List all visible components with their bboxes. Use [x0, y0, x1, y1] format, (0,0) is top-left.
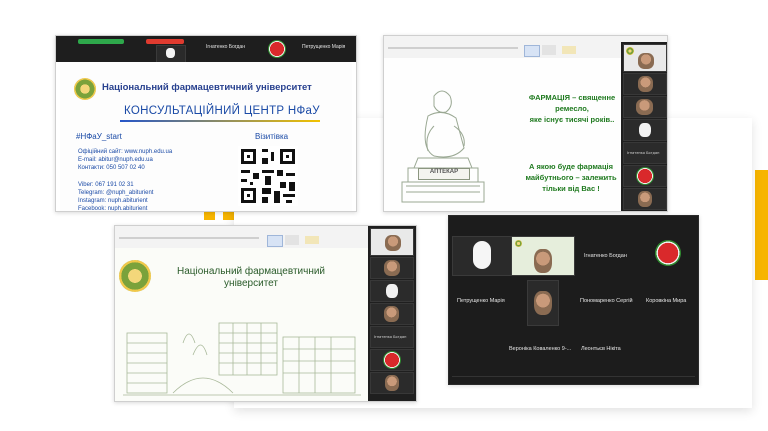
info-line: Офіційний сайт: www.nuph.edu.ua: [78, 149, 173, 155]
qr-code-icon: [238, 146, 298, 206]
participant-tile: Ігнатенко Богдан: [370, 326, 414, 348]
participant-tile: [370, 257, 414, 279]
participant-name: Леонтьєв Нікіта: [581, 346, 621, 352]
heading-underline: [120, 120, 320, 122]
watermelon-avatar-icon: [383, 351, 401, 369]
info-line: Instagram: nuph.abiturient: [78, 198, 148, 204]
participant-name: Пономаренко Сергій: [580, 298, 633, 304]
participants-sidebar: Ігнатенко Богдан: [621, 42, 667, 211]
participant-video: [638, 53, 654, 69]
slide-heading: КОНСУЛЬТАЦІЙНИЙ ЦЕНТР НФаУ: [124, 105, 320, 117]
info-line: Facebook: nuph.abiturient: [78, 206, 148, 212]
participant-tile: [623, 73, 667, 95]
participant-video: [384, 260, 400, 276]
card-label: Візитівка: [255, 132, 289, 141]
screenshot-university-slide: Національний фармацевтичний університет: [114, 225, 417, 402]
participant-tile: [511, 236, 575, 276]
participant-video: [636, 99, 653, 115]
participant-video: [384, 306, 399, 322]
participant-video: [638, 76, 653, 92]
slide-text-line: майбутнього – залежить: [525, 173, 617, 182]
participant-name: Ігнатенко Богдан: [627, 151, 660, 155]
slide-title-line: університет: [224, 278, 278, 289]
participant-name: Петрущенко Марія: [457, 298, 505, 304]
participants-sidebar: Ігнатенко Богдан: [368, 226, 416, 401]
watermelon-avatar-icon: [655, 240, 681, 266]
participant-tile: [452, 236, 512, 276]
screenshot-zoom-gallery: Ігнатенко Богдан Петрущенко Марія Понома…: [448, 215, 699, 385]
slide-consultation: Національний фармацевтичний університет …: [60, 62, 352, 211]
screenshot-consultation-center: Ігнатенко Богдан Петрущенко Марія Націон…: [55, 35, 357, 212]
university-name: Національний фармацевтичний університет: [102, 82, 312, 93]
participant-name: Ігнатенко Богдан: [374, 335, 407, 339]
participant-video: [385, 235, 401, 251]
slide-title: Національний фармацевтичний університет: [177, 266, 325, 290]
participant-tile: [623, 165, 667, 187]
cap-avatar-icon: [639, 123, 651, 137]
participant-tile: [370, 228, 414, 256]
participant-tile: [370, 280, 414, 302]
zoom-top-bar: Ігнатенко Богдан Петрущенко Марія: [56, 36, 356, 63]
slide-title-line: Національний фармацевтичний: [177, 266, 326, 277]
university-logo-icon: [119, 260, 151, 292]
participant-name: Вероніка Коваленко 9-...: [509, 346, 572, 352]
slide-text-line: ФАРМАЦІЯ – священне: [528, 93, 616, 102]
screenshot-pharmacy-slide: АПТЕКАР ФАРМАЦІЯ – священне ремесло, яке…: [383, 35, 668, 212]
slide-text-line: яке існує тисячі років..: [529, 115, 615, 124]
participant-name: Коровкіна Мира: [646, 298, 687, 304]
participant-tile: [623, 96, 667, 118]
participant-tile: [623, 188, 667, 210]
participant-video: [385, 375, 399, 391]
slide-pharmacy: АПТЕКАР ФАРМАЦІЯ – священне ремесло, яке…: [384, 58, 621, 211]
slide-text-line: ремесло,: [555, 104, 589, 113]
university-logo-icon: [626, 47, 634, 55]
cap-avatar-icon: [473, 241, 491, 269]
cap-avatar-icon: [166, 48, 175, 58]
slide-text-line: А якою буде фармація: [528, 162, 614, 171]
pharmacist-statue-drawing: [401, 90, 485, 203]
participant-tile: [370, 349, 414, 371]
university-logo-icon: [515, 240, 522, 247]
stop-share-indicator: [146, 39, 184, 44]
info-line: Telegram: @nuph_abiturient: [78, 190, 154, 196]
apothecary-plaque: АПТЕКАР: [429, 169, 459, 175]
participant-video: [534, 249, 552, 273]
slide-text-line: тільки від Вас !: [542, 184, 600, 193]
watermelon-avatar-icon: [268, 40, 286, 58]
participant-tile: [370, 303, 414, 325]
participant-video: [534, 291, 552, 315]
participant-tile: [370, 372, 414, 394]
participant-tile: [623, 119, 667, 141]
participant-tile: [527, 280, 559, 326]
watermelon-avatar-icon: [636, 167, 654, 185]
slide-university: Національний фармацевтичний університет: [115, 248, 368, 401]
yellow-accent-bar-right: [755, 170, 768, 280]
participant-video: [638, 191, 652, 207]
university-logo-icon: [74, 78, 96, 100]
participant-name: Петрущенко Марія: [302, 44, 346, 50]
info-line: Контакти: 050 507 02 40: [78, 165, 145, 171]
participant-name: Ігнатенко Богдан: [206, 44, 245, 50]
hashtag: #НФаУ_start: [76, 132, 122, 141]
recording-indicator: [78, 39, 124, 44]
participant-tile: [623, 44, 667, 72]
info-line: Viber: 067 191 02 31: [78, 182, 134, 188]
participant-tile: Ігнатенко Богдан: [623, 142, 667, 164]
campus-drawing: [123, 322, 361, 396]
participant-name: Ігнатенко Богдан: [584, 253, 627, 259]
info-line: E-mail: abitur@nuph.edu.ua: [78, 157, 153, 163]
cap-avatar-icon: [386, 284, 398, 298]
